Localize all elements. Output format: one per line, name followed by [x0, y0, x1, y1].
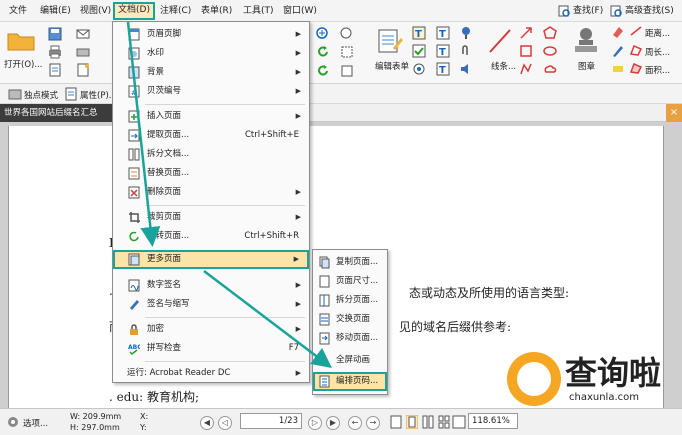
watermark-text: 查询啦 [565, 354, 662, 392]
arrow-to-more-pages [126, 21, 161, 247]
watermark-logo: 查询啦 chaxunla.com [507, 348, 679, 410]
arrow-to-page-numbering [203, 270, 332, 369]
watermark-url: chaxunla.com [569, 392, 639, 403]
